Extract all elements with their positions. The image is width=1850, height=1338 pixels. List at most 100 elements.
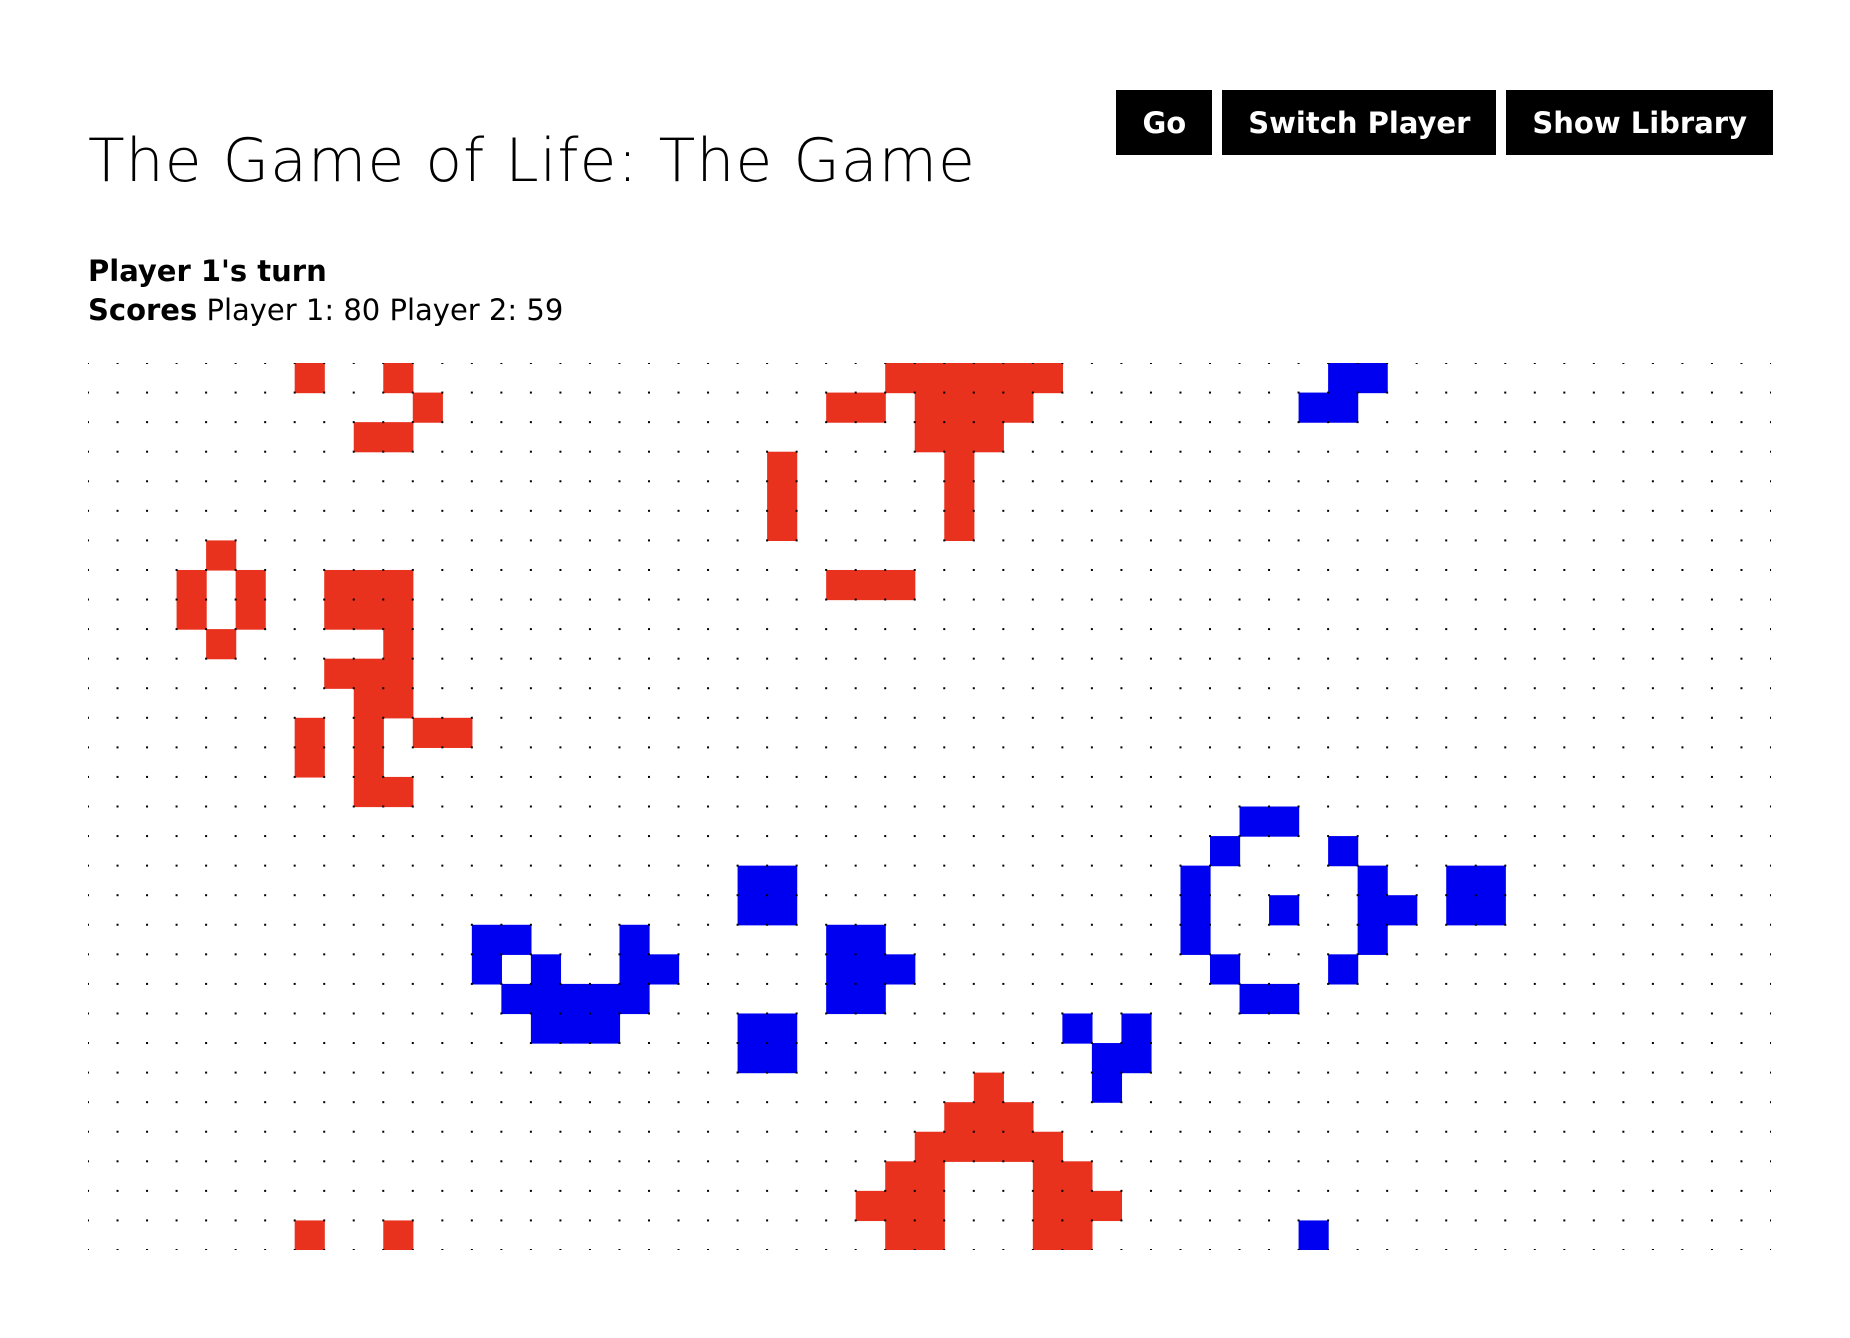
player1-cell[interactable] bbox=[294, 363, 325, 394]
player2-cell[interactable] bbox=[589, 1013, 621, 1044]
player1-cell[interactable] bbox=[973, 422, 1004, 453]
player2-cell[interactable] bbox=[1298, 392, 1329, 423]
player1-cell[interactable] bbox=[383, 688, 414, 719]
player1-cell[interactable] bbox=[353, 599, 384, 630]
player1-cell[interactable] bbox=[353, 422, 384, 453]
player1-cell[interactable] bbox=[885, 363, 916, 394]
player1-cell[interactable] bbox=[383, 629, 414, 660]
player2-cell[interactable] bbox=[826, 954, 857, 985]
player2-cell[interactable] bbox=[1180, 865, 1211, 896]
player1-cell[interactable] bbox=[944, 363, 975, 394]
player1-cell[interactable] bbox=[324, 599, 355, 630]
player1-cell[interactable] bbox=[826, 569, 857, 601]
player1-cell[interactable] bbox=[855, 1190, 886, 1222]
player1-cell[interactable] bbox=[973, 1131, 1004, 1162]
player2-cell[interactable] bbox=[1328, 392, 1359, 423]
player1-cell[interactable] bbox=[412, 392, 443, 423]
player2-cell[interactable] bbox=[826, 983, 857, 1015]
player1-cell[interactable] bbox=[885, 1190, 916, 1222]
player1-cell[interactable] bbox=[353, 688, 384, 719]
player2-cell[interactable] bbox=[1475, 895, 1506, 926]
player2-cell[interactable] bbox=[530, 1013, 562, 1044]
player1-cell[interactable] bbox=[353, 747, 384, 778]
player2-cell[interactable] bbox=[1210, 954, 1241, 985]
player1-cell[interactable] bbox=[294, 1220, 325, 1250]
player2-cell[interactable] bbox=[589, 983, 621, 1015]
player1-cell[interactable] bbox=[885, 1220, 916, 1250]
player2-cell[interactable] bbox=[737, 865, 768, 896]
player1-cell[interactable] bbox=[1003, 1131, 1034, 1162]
player2-cell[interactable] bbox=[826, 924, 857, 955]
player1-cell[interactable] bbox=[914, 1190, 945, 1222]
player1-cell[interactable] bbox=[324, 658, 355, 689]
player1-cell[interactable] bbox=[885, 569, 916, 601]
player1-cell[interactable] bbox=[1003, 1102, 1034, 1133]
player2-cell[interactable] bbox=[1091, 1043, 1123, 1074]
player2-cell[interactable] bbox=[1210, 836, 1241, 867]
player1-cell[interactable] bbox=[353, 569, 384, 601]
player1-cell[interactable] bbox=[412, 717, 443, 748]
player2-cell[interactable] bbox=[1121, 1013, 1152, 1044]
player2-cell[interactable] bbox=[885, 954, 916, 985]
player2-cell[interactable] bbox=[1357, 924, 1388, 955]
player1-cell[interactable] bbox=[353, 658, 384, 689]
player2-cell[interactable] bbox=[501, 983, 532, 1015]
player1-cell[interactable] bbox=[1091, 1190, 1123, 1222]
player1-cell[interactable] bbox=[914, 392, 945, 423]
player2-cell[interactable] bbox=[767, 1043, 798, 1074]
player1-cell[interactable] bbox=[294, 747, 325, 778]
player2-cell[interactable] bbox=[471, 924, 502, 955]
player1-cell[interactable] bbox=[1032, 1161, 1063, 1192]
player2-cell[interactable] bbox=[1357, 363, 1388, 394]
player2-cell[interactable] bbox=[530, 983, 562, 1015]
player2-cell[interactable] bbox=[619, 954, 650, 985]
player1-cell[interactable] bbox=[914, 1220, 945, 1250]
player1-cell[interactable] bbox=[383, 776, 414, 808]
player1-cell[interactable] bbox=[383, 422, 414, 453]
player2-cell[interactable] bbox=[1387, 895, 1418, 926]
player1-cell[interactable] bbox=[944, 510, 975, 541]
player2-cell[interactable] bbox=[737, 1013, 768, 1044]
player2-cell[interactable] bbox=[767, 1013, 798, 1044]
player1-cell[interactable] bbox=[1003, 363, 1034, 394]
player2-cell[interactable] bbox=[619, 924, 650, 955]
player1-cell[interactable] bbox=[1032, 363, 1063, 394]
player1-cell[interactable] bbox=[353, 717, 384, 748]
player1-cell[interactable] bbox=[944, 392, 975, 423]
player1-cell[interactable] bbox=[294, 717, 325, 748]
player1-cell[interactable] bbox=[944, 1131, 975, 1162]
player1-cell[interactable] bbox=[973, 363, 1004, 394]
player2-cell[interactable] bbox=[1180, 924, 1211, 955]
player1-cell[interactable] bbox=[383, 1220, 414, 1250]
player2-cell[interactable] bbox=[1239, 806, 1270, 837]
player2-cell[interactable] bbox=[560, 983, 591, 1015]
player1-cell[interactable] bbox=[206, 540, 237, 571]
player2-cell[interactable] bbox=[619, 983, 650, 1015]
player1-cell[interactable] bbox=[885, 1161, 916, 1192]
player2-cell[interactable] bbox=[767, 895, 798, 926]
player2-cell[interactable] bbox=[1475, 865, 1506, 896]
player1-cell[interactable] bbox=[235, 569, 266, 601]
player1-cell[interactable] bbox=[1062, 1190, 1093, 1222]
player1-cell[interactable] bbox=[383, 569, 414, 601]
player2-cell[interactable] bbox=[1180, 895, 1211, 926]
player2-cell[interactable] bbox=[501, 924, 532, 955]
player1-cell[interactable] bbox=[973, 392, 1004, 423]
player2-cell[interactable] bbox=[1121, 1043, 1152, 1074]
player1-cell[interactable] bbox=[826, 392, 857, 423]
player1-cell[interactable] bbox=[206, 629, 237, 660]
player2-cell[interactable] bbox=[1239, 983, 1270, 1015]
player1-cell[interactable] bbox=[176, 599, 207, 630]
player2-cell[interactable] bbox=[767, 865, 798, 896]
player1-cell[interactable] bbox=[1032, 1190, 1063, 1222]
player2-cell[interactable] bbox=[1328, 363, 1359, 394]
player2-cell[interactable] bbox=[855, 954, 886, 985]
game-board[interactable] bbox=[88, 363, 1771, 1250]
player2-cell[interactable] bbox=[1298, 1220, 1329, 1250]
player2-cell[interactable] bbox=[471, 954, 502, 985]
player1-cell[interactable] bbox=[235, 599, 266, 630]
player1-cell[interactable] bbox=[914, 363, 945, 394]
player1-cell[interactable] bbox=[973, 1072, 1004, 1103]
player2-cell[interactable] bbox=[1091, 1072, 1123, 1103]
player2-cell[interactable] bbox=[737, 895, 768, 926]
